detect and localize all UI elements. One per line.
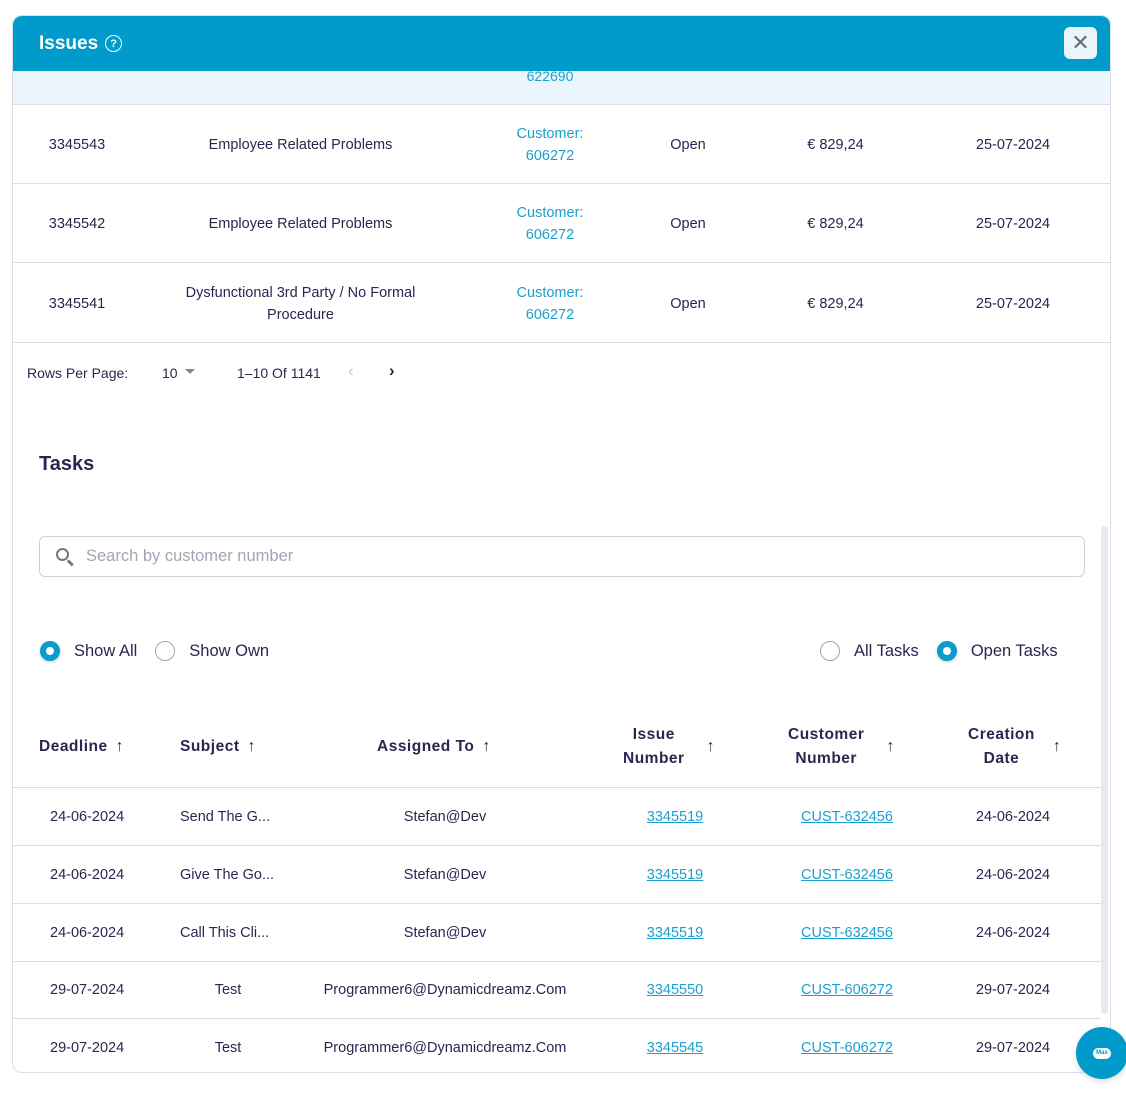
task-creation-date: 29-07-2024: [975, 1040, 1051, 1056]
issue-row[interactable]: 3345542 Employee Related Problems Custom…: [13, 184, 1110, 263]
sort-arrow-up-icon[interactable]: ↑: [482, 738, 491, 756]
column-header-deadline[interactable]: Deadline ↑: [39, 706, 124, 788]
radio-all-tasks[interactable]: All Tasks: [820, 641, 919, 661]
task-creation-date: 24-06-2024: [975, 867, 1051, 883]
sort-arrow-up-icon[interactable]: ↑: [886, 738, 895, 756]
column-header-subject[interactable]: Subject ↑: [180, 706, 256, 788]
issue-date: 25-07-2024: [975, 215, 1051, 232]
issue-subject: Employee Related Problems: [208, 136, 393, 153]
task-row[interactable]: 24-06-2024 Send The G... Stefan@Dev 3345…: [13, 788, 1101, 846]
radio-checked-icon[interactable]: [936, 641, 957, 661]
next-page-button[interactable]: ›: [389, 361, 395, 381]
issue-status: Open: [670, 295, 706, 312]
issue-subject: Employee Related Problems: [208, 215, 393, 232]
issue-id: 3345543: [48, 136, 106, 153]
task-deadline: 29-07-2024: [50, 982, 125, 998]
task-assigned-to: Programmer6@Dynamicdreamz.Com: [323, 1040, 567, 1056]
task-assigned-to: Stefan@Dev: [403, 809, 487, 825]
issue-date: 25-07-2024: [975, 295, 1051, 312]
pagination: Rows Per Page: 10 1–10 Of 1141 ‹ ›: [13, 359, 1110, 389]
task-assigned-to: Stefan@Dev: [403, 925, 487, 941]
issue-customer-link[interactable]: Customer: 606272: [493, 264, 607, 343]
issue-amount: € 829,24: [807, 215, 864, 232]
column-header-assigned-to[interactable]: Assigned To ↑: [377, 706, 491, 788]
rows-per-page-label: Rows Per Page:: [27, 365, 129, 381]
issue-amount: € 829,24: [807, 295, 864, 312]
task-deadline: 24-06-2024: [50, 925, 125, 941]
column-header-issue-number[interactable]: Issue Number ↑: [623, 706, 715, 788]
issue-number-link[interactable]: 3345519: [647, 867, 703, 883]
chat-widget-button[interactable]: Max: [1076, 1027, 1126, 1079]
issue-number-link[interactable]: 3345550: [647, 982, 703, 998]
dialog-title: Issues: [39, 32, 99, 54]
customer-number-link[interactable]: CUST-632456: [801, 809, 893, 825]
search-input[interactable]: [86, 547, 986, 566]
radio-checked-icon[interactable]: [40, 641, 60, 661]
chevron-down-icon[interactable]: [185, 369, 195, 374]
rows-per-page-select[interactable]: 10: [162, 365, 178, 381]
state-filter: All Tasks Open Tasks: [820, 641, 1076, 661]
search-icon: [55, 547, 75, 567]
scrollbar[interactable]: [1101, 526, 1108, 1014]
sort-arrow-up-icon[interactable]: ↑: [1053, 738, 1062, 756]
sort-arrow-up-icon[interactable]: ↑: [707, 738, 716, 756]
customer-number-link[interactable]: CUST-632456: [801, 925, 893, 941]
column-header-customer-number[interactable]: Customer Number ↑: [788, 706, 895, 788]
issue-customer-link[interactable]: Customer: 606272: [493, 184, 607, 263]
issue-number-link[interactable]: 3345545: [647, 1040, 703, 1056]
issue-date: 25-07-2024: [975, 136, 1051, 153]
issue-id: 3345541: [48, 295, 106, 312]
task-row[interactable]: 24-06-2024 Call This Cli... Stefan@Dev 3…: [13, 904, 1101, 962]
task-assigned-to: Stefan@Dev: [403, 867, 487, 883]
task-creation-date: 24-06-2024: [975, 925, 1051, 941]
task-creation-date: 24-06-2024: [975, 809, 1051, 825]
customer-number-link[interactable]: CUST-606272: [801, 1040, 893, 1056]
question-circle-icon[interactable]: ?: [105, 35, 123, 52]
sort-arrow-up-icon[interactable]: ↑: [247, 738, 256, 756]
tasks-table-header: Deadline ↑ Subject ↑ Assigned To ↑ Issue Num…: [13, 706, 1101, 788]
issue-customer-link[interactable]: Customer: 606272: [493, 105, 607, 184]
sort-arrow-up-icon[interactable]: ↑: [116, 738, 125, 756]
radio-show-all[interactable]: Show All: [40, 641, 137, 661]
issue-number-link[interactable]: 3345519: [647, 809, 703, 825]
issue-row-partial[interactable]: 622690: [13, 68, 1110, 105]
tasks-title: Tasks: [39, 453, 95, 475]
issue-amount: € 829,24: [807, 136, 864, 153]
issue-status: Open: [670, 136, 706, 153]
issue-number-link[interactable]: 3345519: [647, 925, 703, 941]
issue-subject: Dysfunctional 3rd Party / No Formal Proc…: [185, 284, 416, 323]
radio-unchecked-icon[interactable]: [820, 641, 840, 661]
task-creation-date: 29-07-2024: [975, 982, 1051, 998]
cloud-chat-icon: Max: [1093, 1047, 1111, 1059]
issues-dialog: 622690 3345543 Employee Related Problems…: [12, 15, 1111, 1073]
issue-row[interactable]: 3345541 Dysfunctional 3rd Party / No For…: [13, 264, 1110, 343]
issue-status: Open: [670, 215, 706, 232]
radio-show-own[interactable]: Show Own: [155, 641, 269, 661]
task-row[interactable]: 29-07-2024 Test Programmer6@Dynamicdream…: [13, 961, 1101, 1019]
customer-number-link[interactable]: CUST-606272: [801, 982, 893, 998]
radio-open-tasks[interactable]: Open Tasks: [936, 641, 1058, 661]
search-field[interactable]: [39, 536, 1085, 577]
task-row[interactable]: 29-07-2024 Test Programmer6@Dynamicdream…: [13, 1019, 1101, 1072]
owner-filter: Show All Show Own: [40, 641, 287, 661]
issue-row[interactable]: 3345543 Employee Related Problems Custom…: [13, 105, 1110, 184]
task-subject: Test: [214, 1040, 242, 1056]
prev-page-button[interactable]: ‹: [348, 361, 354, 381]
task-deadline: 24-06-2024: [50, 809, 125, 825]
task-deadline: 24-06-2024: [50, 867, 125, 883]
column-header-creation-date[interactable]: Creation Date ↑: [968, 706, 1061, 788]
radio-unchecked-icon[interactable]: [155, 641, 176, 661]
dialog-header: Issues ? ✕: [13, 16, 1110, 71]
close-icon: ✕: [1071, 30, 1090, 55]
pagination-range: 1–10 Of 1141: [237, 365, 321, 381]
close-button[interactable]: ✕: [1064, 27, 1097, 59]
task-row[interactable]: 24-06-2024 Give The Go... Stefan@Dev 334…: [13, 846, 1101, 904]
issue-id: 3345542: [48, 215, 106, 232]
customer-number-link[interactable]: CUST-632456: [801, 867, 893, 883]
task-deadline: 29-07-2024: [50, 1040, 125, 1056]
task-subject: Test: [214, 982, 242, 998]
task-assigned-to: Programmer6@Dynamicdreamz.Com: [323, 982, 567, 998]
